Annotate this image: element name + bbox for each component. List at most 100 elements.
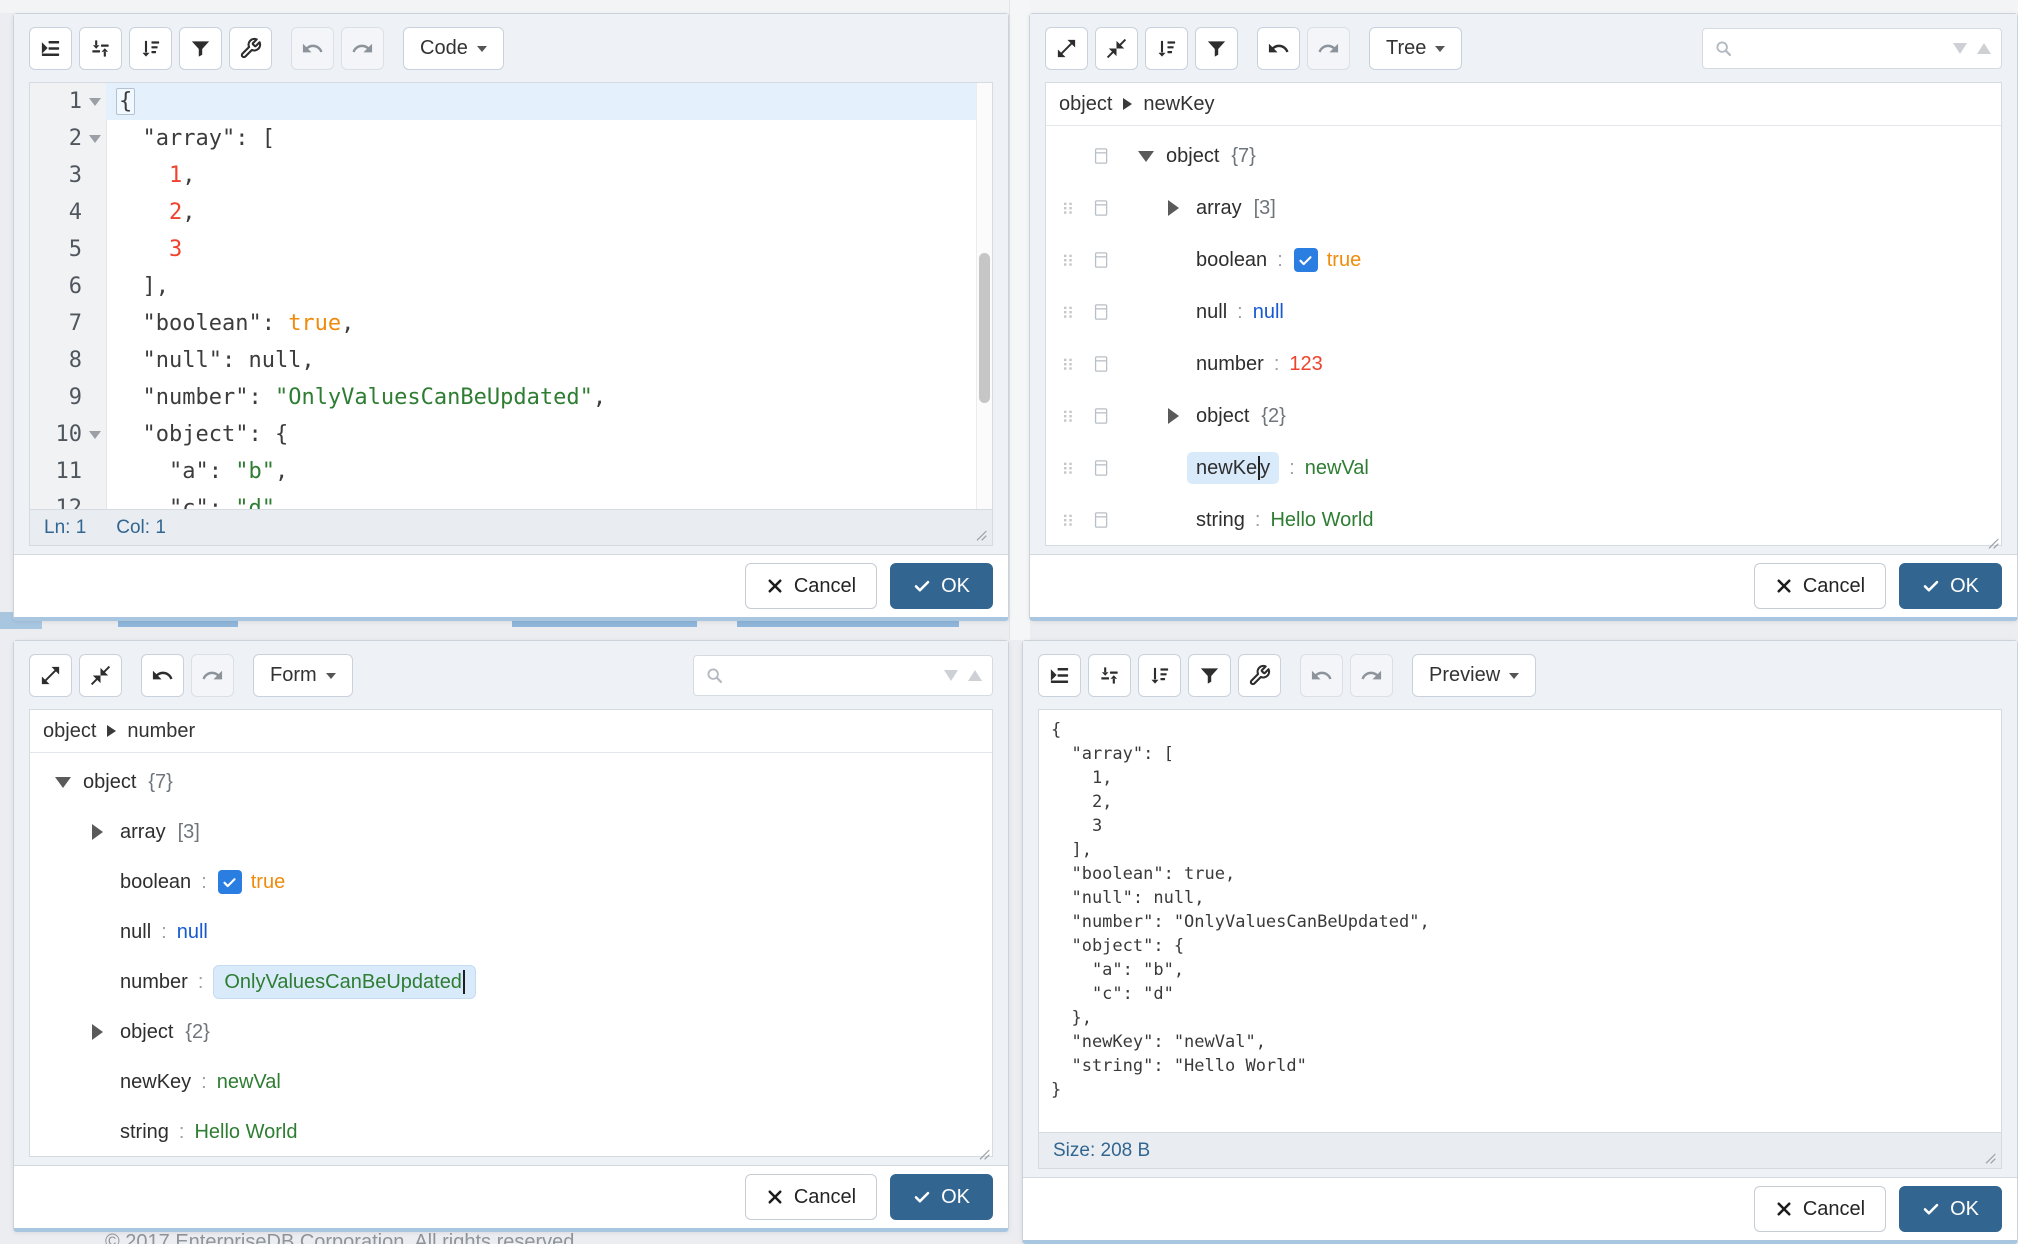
context-menu-button[interactable] [1092,354,1111,375]
tree-row[interactable]: null : null [1046,286,2001,338]
code-line[interactable]: 10 "object": { [30,416,992,453]
field-value[interactable]: Hello World [194,1121,297,1144]
code-text[interactable]: "c": "d" [106,490,992,510]
tree-row[interactable]: object {2} [30,1007,992,1057]
repair-button[interactable] [1238,654,1281,697]
tree-row[interactable]: array [3] [30,807,992,857]
mode-select[interactable]: Preview [1412,654,1536,697]
repair-button[interactable] [229,27,272,70]
ok-button[interactable]: OK [1899,563,2002,609]
field-name[interactable]: string [1196,509,1245,532]
format-button[interactable] [1038,654,1081,697]
filter-button[interactable] [179,27,222,70]
mode-select[interactable]: Form [253,654,353,697]
boolean-checkbox[interactable] [1294,248,1318,272]
search-input[interactable] [734,664,936,688]
fold-toggle-icon[interactable] [89,98,101,106]
cancel-button[interactable]: Cancel [1754,563,1886,609]
field-name[interactable]: array [1196,197,1242,220]
scrollbar-thumb[interactable] [979,253,990,403]
redo-button[interactable] [191,654,234,697]
code-line[interactable]: 9 "number": "OnlyValuesCanBeUpdated", [30,379,992,416]
field-name[interactable]: null [1196,301,1227,324]
context-menu-button[interactable] [1092,510,1111,531]
field-name[interactable]: object [1196,405,1249,428]
search-input[interactable] [1743,37,1945,61]
code-text[interactable]: "boolean": true, [106,305,992,342]
search-previous-icon[interactable] [968,670,982,681]
field-name[interactable]: boolean [1196,249,1267,272]
drag-handle-icon[interactable] [1060,302,1076,322]
code-text[interactable]: "object": { [106,416,992,453]
field-value[interactable]: null [177,921,208,944]
field-value[interactable]: Hello World [1270,509,1373,532]
field-value[interactable]: true [1327,249,1361,272]
field-value[interactable]: newVal [217,1071,281,1094]
expand-toggle[interactable] [1138,151,1166,162]
redo-button[interactable] [1307,27,1350,70]
tree-row[interactable]: newKey : newVal [1046,442,2001,494]
tree-row[interactable]: boolean : true [1046,234,2001,286]
undo-button[interactable] [141,654,184,697]
fold-toggle-icon[interactable] [89,135,101,143]
breadcrumb-item[interactable]: newKey [1123,93,1214,116]
code-text[interactable]: "a": "b", [106,453,992,490]
field-value-editing[interactable]: OnlyValuesCanBeUpdated [213,965,476,999]
breadcrumb-item[interactable]: object [43,720,96,743]
ok-button[interactable]: OK [890,1174,993,1220]
tree-row[interactable]: array [3] [1046,182,2001,234]
tree-row[interactable]: null : null [30,907,992,957]
code-text[interactable]: "null": null, [106,342,992,379]
tree-row[interactable]: newKey : newVal [30,1057,992,1107]
collapse-all-button[interactable] [79,654,122,697]
code-text[interactable]: "array": [ [106,120,992,157]
code-line[interactable]: 5 3 [30,231,992,268]
context-menu-button[interactable] [1092,146,1111,167]
breadcrumb-item[interactable]: object [1059,93,1112,116]
context-menu-button[interactable] [1092,198,1111,219]
sort-button[interactable] [129,27,172,70]
expand-toggle[interactable] [55,777,83,788]
tree-row[interactable]: object {7} [30,757,992,807]
collapse-all-button[interactable] [1095,27,1138,70]
search-next-icon[interactable] [944,670,958,681]
code-text[interactable]: 2, [106,194,992,231]
drag-handle-icon[interactable] [1060,354,1076,374]
context-menu-button[interactable] [1092,458,1111,479]
tree-row[interactable]: string : Hello World [1046,494,2001,545]
code-text[interactable]: "number": "OnlyValuesCanBeUpdated", [106,379,992,416]
expand-all-button[interactable] [29,654,72,697]
code-line[interactable]: 11 "a": "b", [30,453,992,490]
mode-select[interactable]: Code [403,27,504,70]
expand-all-button[interactable] [1045,27,1088,70]
tree-row[interactable]: string : Hello World [30,1107,992,1156]
filter-button[interactable] [1188,654,1231,697]
expand-toggle[interactable] [92,1024,120,1040]
resize-handle[interactable] [1982,1150,1998,1166]
ok-button[interactable]: OK [1899,1186,2002,1232]
tree-row[interactable]: boolean : true [30,857,992,907]
resize-handle[interactable] [1985,535,2001,551]
search-previous-icon[interactable] [1977,43,1991,54]
code-line[interactable]: 12 "c": "d" [30,490,992,510]
expand-toggle[interactable] [92,824,120,840]
context-menu-button[interactable] [1092,406,1111,427]
drag-handle-icon[interactable] [1060,198,1076,218]
code-line[interactable]: 3 1, [30,157,992,194]
redo-button[interactable] [1350,654,1393,697]
tree-row[interactable]: number : 123 [1046,338,2001,390]
field-value[interactable]: null [1253,301,1284,324]
boolean-checkbox[interactable] [218,870,242,894]
field-value[interactable]: newVal [1305,457,1369,480]
ok-button[interactable]: OK [890,563,993,609]
resize-handle[interactable] [973,527,989,543]
drag-handle-icon[interactable] [1060,250,1076,270]
code-line[interactable]: 4 2, [30,194,992,231]
mode-select[interactable]: Tree [1369,27,1462,70]
code-line[interactable]: 1 { [30,83,992,120]
cancel-button[interactable]: Cancel [745,563,877,609]
undo-button[interactable] [1257,27,1300,70]
breadcrumb-item[interactable]: number [107,720,195,743]
expand-toggle[interactable] [1168,200,1196,216]
expand-toggle[interactable] [1168,408,1196,424]
